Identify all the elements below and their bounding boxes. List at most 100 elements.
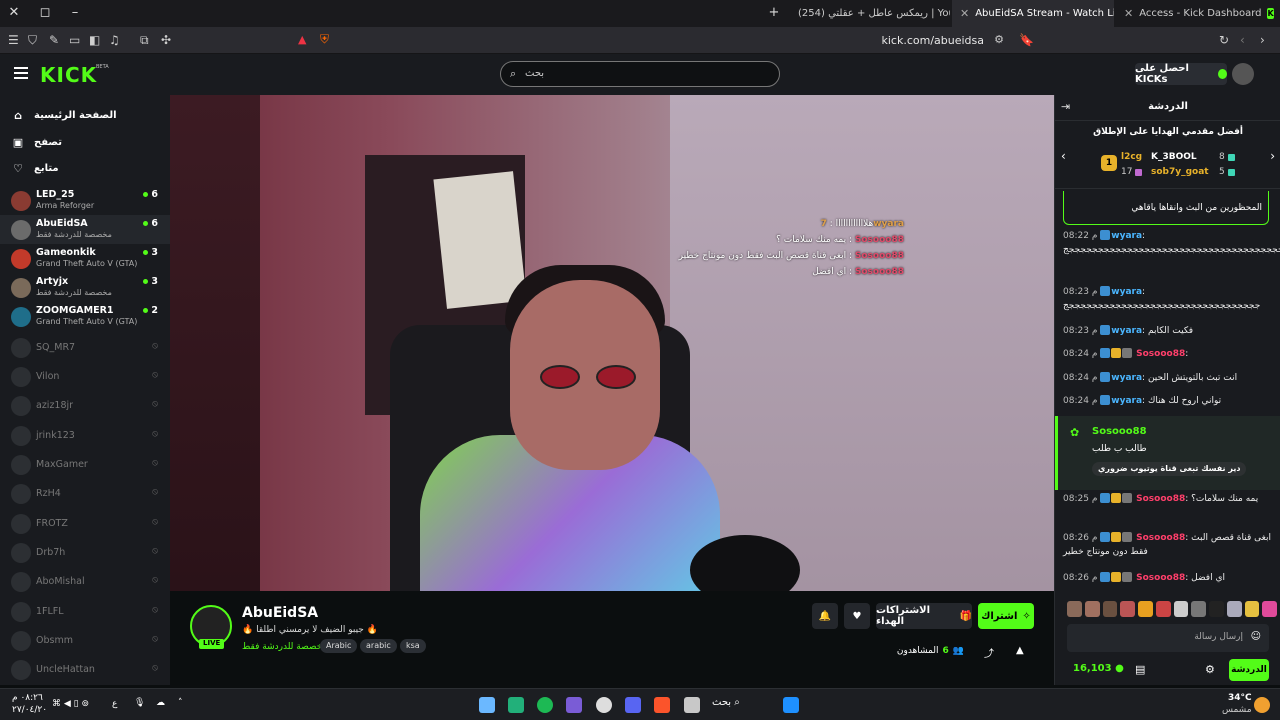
taskbar-app-icon[interactable]	[566, 697, 582, 713]
user-avatar[interactable]	[1232, 63, 1254, 85]
emote-icon[interactable]	[1209, 601, 1224, 617]
video-player[interactable]: هلاااااااااااا : 7wyara يمه منك سلامات ؟…	[170, 95, 1054, 591]
heart-button[interactable]: ♥	[844, 603, 870, 629]
emote-icon[interactable]	[1226, 601, 1242, 617]
settings-app-icon[interactable]	[596, 697, 612, 713]
minimize-icon[interactable]: –	[67, 5, 83, 20]
get-kicks-button[interactable]: احصل على KICKs	[1135, 63, 1227, 85]
emote-icon[interactable]	[1138, 601, 1153, 617]
site-settings-icon[interactable]: ⚙	[994, 33, 1004, 46]
chevron-up-icon[interactable]: ˄	[178, 698, 183, 708]
streamer-name[interactable]: AbuEidSA	[242, 605, 318, 621]
nav-following[interactable]: ♡ متابع	[12, 158, 59, 178]
gifter-3[interactable]: sob7y_goat	[1151, 167, 1209, 177]
emoji-icon[interactable]: ☺	[1251, 631, 1261, 642]
pen-icon[interactable]: ✎	[49, 33, 59, 47]
follow-button[interactable]: اشتراك ✧	[978, 603, 1034, 629]
msg-user[interactable]: wyara	[1111, 373, 1142, 383]
kick-logo[interactable]: KICK	[40, 63, 97, 87]
new-tab-icon[interactable]: +	[766, 5, 782, 20]
weather-icon[interactable]	[1254, 697, 1270, 713]
mic-icon[interactable]: 🎙	[134, 698, 145, 708]
sidebar-icon[interactable]: ◧	[89, 33, 100, 47]
tag-arabic[interactable]: Arabic	[320, 639, 358, 653]
sidebar-channel-abueidsa[interactable]: AbuEidSA مخصصة للدردشة فقط 6	[0, 215, 170, 244]
windows-start-icon[interactable]	[783, 697, 799, 713]
taskbar-app-icon[interactable]	[508, 697, 524, 713]
chat-input[interactable]: إرسال رسالة ☺	[1067, 624, 1269, 652]
extensions-icon[interactable]: ✣	[161, 33, 171, 47]
sidebar-channel-offline[interactable]: Obsmm ⦸	[0, 626, 170, 655]
stream-category[interactable]: مخصصة للدردشة فقط	[242, 642, 327, 652]
menu-icon[interactable]: ☰	[8, 33, 19, 47]
msg-user[interactable]: wyara	[1111, 231, 1142, 241]
store-icon[interactable]: ▤	[1135, 663, 1145, 676]
alert-icon[interactable]: ▲	[298, 33, 306, 46]
gift-subscriptions-button[interactable]: الاشتراكات الهداء 🎁	[876, 603, 972, 629]
brave-icon[interactable]	[654, 697, 670, 713]
maximize-icon[interactable]: ◻	[37, 5, 53, 20]
spotify-icon[interactable]	[537, 697, 553, 713]
nav-browse[interactable]: ▣ تصفح	[12, 132, 62, 152]
msg-user[interactable]: Sosooo88	[1136, 494, 1185, 504]
highlight-user[interactable]: Sosooo88	[1092, 426, 1147, 437]
language-indicator[interactable]: ع	[112, 699, 117, 709]
sidebar-channel-zoomgamer1[interactable]: ZOOMGAMER1 Grand Theft Auto V (GTA) 2	[0, 302, 170, 331]
emote-icon[interactable]	[1244, 601, 1260, 617]
sidebar-channel-offline[interactable]: jrink123 ⦸	[0, 421, 170, 450]
reload-icon[interactable]: ↻	[1219, 33, 1229, 47]
tag-arabic-lower[interactable]: arabic	[360, 639, 397, 653]
emote-icon[interactable]	[1067, 601, 1082, 617]
sidebar-channel-offline[interactable]: RzH4 ⦸	[0, 479, 170, 508]
close-tab-icon[interactable]: ✕	[1124, 7, 1133, 20]
sidebar-channel-offline[interactable]: Vilon ⦸	[0, 362, 170, 391]
sidebar-channel-led25[interactable]: LED_25 Arma Reforger 6	[0, 186, 170, 215]
msg-user[interactable]: Sosooo88	[1136, 349, 1185, 359]
file-explorer-icon[interactable]	[684, 697, 700, 713]
search-input[interactable]: ⌕ بحث	[500, 61, 780, 87]
msg-user[interactable]: Sosooo88	[1136, 573, 1185, 583]
wallet-icon[interactable]: ▭	[69, 33, 80, 47]
close-tab-icon[interactable]: ✕	[960, 7, 969, 20]
chevron-right-icon[interactable]: ›	[1270, 149, 1275, 163]
emote-icon[interactable]	[1173, 601, 1189, 617]
taskbar-app-icon[interactable]	[479, 697, 495, 713]
tray-icons[interactable]: ⌘ ◀ ▯ ⊚	[52, 699, 89, 709]
emote-icon[interactable]	[1084, 601, 1100, 617]
msg-user[interactable]: wyara	[1111, 326, 1142, 336]
discord-icon[interactable]	[625, 697, 641, 713]
sidebar-channel-offline[interactable]: AboMishal ⦸	[0, 567, 170, 596]
screenshot-icon[interactable]: ⧉	[140, 33, 149, 48]
msg-user[interactable]: wyara	[1111, 287, 1142, 297]
msg-user[interactable]: wyara	[1111, 396, 1142, 406]
address-bar[interactable]: ▲ ⛨ kick.com/abueidsa ⚙	[298, 30, 1010, 51]
bookmark-icon[interactable]: 🔖	[1019, 33, 1034, 47]
forward-icon[interactable]: ›	[1260, 33, 1265, 47]
emote-icon[interactable]	[1262, 601, 1277, 617]
report-icon[interactable]: ▲	[1016, 645, 1024, 656]
emote-icon[interactable]	[1102, 601, 1118, 617]
sidebar-channel-artyjx[interactable]: Artyjx مخصصة للدردشة فقط 3	[0, 273, 170, 302]
sidebar-channel-offline[interactable]: FROTZ ⦸	[0, 509, 170, 538]
cloud-icon[interactable]: ☁	[156, 698, 165, 708]
tag-ksa[interactable]: ksa	[400, 639, 426, 653]
notification-button[interactable]: 🔔	[812, 603, 838, 629]
tab-kick-dashboard[interactable]: ✕ Access - Kick Dashboard K	[1116, 0, 1276, 27]
gifter-2[interactable]: K_3BOOL	[1151, 152, 1197, 162]
chevron-left-icon[interactable]: ‹	[1061, 149, 1066, 163]
chat-send-button[interactable]: الدردشة	[1229, 659, 1269, 681]
sidebar-channel-offline[interactable]: UncleHattan ⦸	[0, 655, 170, 684]
gifter-1[interactable]: l2cg	[1121, 152, 1142, 162]
emote-icon[interactable]	[1120, 601, 1135, 617]
close-window-icon[interactable]: ✕	[6, 5, 22, 20]
sidebar-channel-gameonkik[interactable]: Gameonkik Grand Theft Auto V (GTA) 3	[0, 244, 170, 273]
music-icon[interactable]: ♫	[109, 33, 120, 47]
sidebar-channel-offline[interactable]: Drb7h ⦸	[0, 538, 170, 567]
settings-icon[interactable]: ⚙	[1205, 663, 1215, 676]
tab-youtube[interactable]: (254) ريمكس عاطل + عقلتي | YouTube	[790, 0, 950, 27]
back-icon[interactable]: ‹	[1240, 33, 1245, 47]
sidebar-channel-offline[interactable]: SQ_MR7 ⦸	[0, 333, 170, 362]
nav-home[interactable]: ⌂ الصفحة الرئيسية	[12, 105, 117, 125]
sidebar-channel-offline[interactable]: 1FLFL ⦸	[0, 597, 170, 626]
sidebar-channel-offline[interactable]: MaxGamer ⦸	[0, 450, 170, 479]
